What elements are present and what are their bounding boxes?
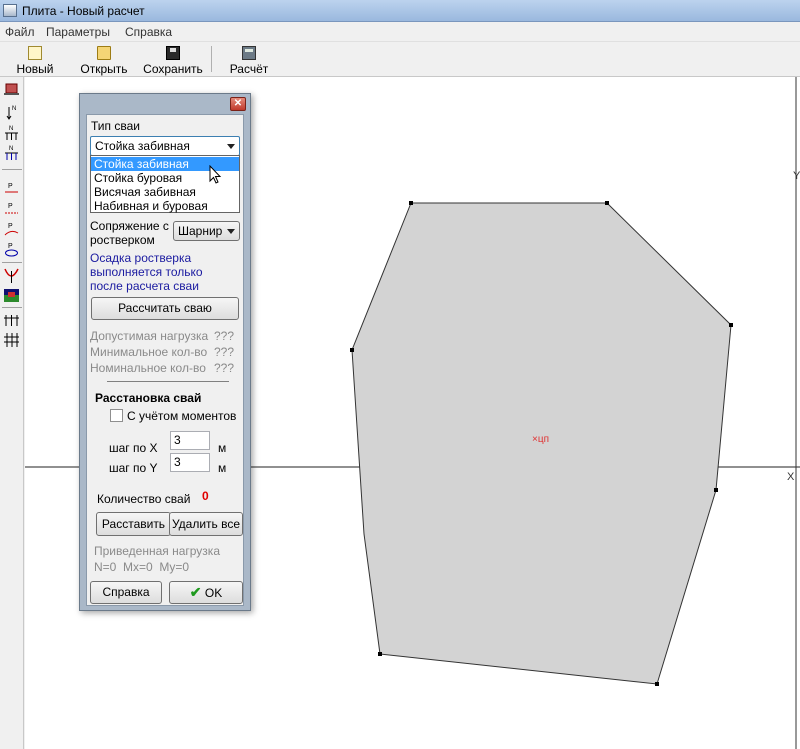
- step-y-input[interactable]: 3: [170, 453, 210, 472]
- piles-grid-icon[interactable]: [3, 332, 20, 349]
- window-title: Плита - Новый расчет: [22, 4, 145, 18]
- allowable-load-label: Допустимая нагрузка: [90, 329, 209, 343]
- ok-button-label: OK: [204, 586, 223, 600]
- calculate-button-label: Расчёт: [229, 62, 269, 76]
- nominal-count-value: ???: [214, 361, 235, 375]
- close-icon[interactable]: ✕: [230, 97, 246, 111]
- pile-count-value: 0: [202, 489, 209, 503]
- new-button[interactable]: Новый: [10, 44, 60, 76]
- connection-value: Шарнир: [178, 224, 223, 238]
- y-axis-label: Y: [793, 170, 800, 182]
- toolbar-separator: [211, 46, 212, 72]
- moments-checkbox[interactable]: [110, 409, 123, 422]
- step-x-label: шаг по X: [109, 441, 158, 455]
- vertex-handle[interactable]: [655, 682, 659, 686]
- svg-text:N: N: [12, 106, 16, 112]
- pile-dialog: ✕ Тип сваи Стойка забивная Стойка забивн…: [79, 93, 251, 611]
- open-button[interactable]: Открыть: [76, 44, 132, 76]
- new-button-label: Новый: [16, 62, 54, 76]
- step-x-input[interactable]: 3: [170, 431, 210, 450]
- reduced-load-values: N=0 Mx=0 My=0: [94, 560, 190, 574]
- svg-text:P: P: [8, 203, 13, 210]
- pile-p-ellipse-icon[interactable]: P: [3, 241, 20, 258]
- toolbar: Новый Открыть Сохранить Расчёт: [0, 42, 800, 77]
- vertex-handle[interactable]: [605, 201, 609, 205]
- svg-text:P: P: [8, 223, 13, 230]
- svg-text:N: N: [9, 146, 13, 152]
- menu-help[interactable]: Справка: [125, 25, 172, 39]
- color-map-icon[interactable]: [3, 287, 20, 304]
- pile-p-hatched-icon[interactable]: P: [3, 201, 20, 218]
- menu-file[interactable]: Файл: [5, 25, 35, 39]
- pile-count-label: Количество свай: [97, 492, 191, 506]
- moments-checkbox-label: С учётом моментов: [127, 409, 237, 423]
- vertex-handle[interactable]: [729, 323, 733, 327]
- pile-type-option[interactable]: Набивная и буровая: [91, 199, 239, 213]
- allowable-load-value: ???: [214, 329, 235, 343]
- vertex-handle[interactable]: [714, 488, 718, 492]
- x-axis-label: X: [787, 471, 795, 483]
- checkmark-icon: ✔: [189, 584, 202, 600]
- chevron-down-icon: [227, 229, 235, 234]
- min-count-label: Минимальное кол-во: [90, 345, 208, 359]
- calc-pile-button[interactable]: Рассчитать сваю: [91, 297, 239, 320]
- vertex-handle[interactable]: [378, 652, 382, 656]
- vertex-handle[interactable]: [409, 201, 413, 205]
- delete-all-button[interactable]: Удалить все: [169, 512, 243, 536]
- calculate-button[interactable]: Расчёт: [224, 44, 274, 76]
- svg-text:P: P: [8, 183, 13, 190]
- pile-type-option[interactable]: Висячая забивная: [91, 185, 239, 199]
- new-file-icon: [28, 46, 42, 60]
- pile-p-curve-icon[interactable]: P: [3, 221, 20, 238]
- menu-parameters[interactable]: Параметры: [46, 25, 110, 39]
- dialog-body: Тип сваи Стойка забивная Стойка забивная…: [86, 114, 244, 606]
- save-button-label: Сохранить: [143, 62, 203, 76]
- pile-n-icon[interactable]: N: [3, 104, 20, 121]
- divider: [107, 381, 229, 382]
- svg-text:P: P: [8, 243, 13, 250]
- center-of-pressure-label: ×цп: [532, 434, 549, 445]
- floppy-disk-icon: [166, 46, 180, 60]
- calculator-icon: [242, 46, 256, 60]
- moment-icon[interactable]: [3, 267, 20, 284]
- title-bar: Плита - Новый расчет: [0, 0, 800, 22]
- svg-text:N: N: [9, 126, 13, 132]
- step-x-unit: м: [218, 441, 227, 455]
- pile-type-label: Тип сваи: [91, 119, 140, 133]
- folder-open-icon: [97, 46, 111, 60]
- step-y-unit: м: [218, 461, 227, 475]
- app-icon: [3, 4, 17, 17]
- mouse-cursor-icon: [209, 165, 222, 184]
- pile-grid-icon[interactable]: N: [3, 144, 20, 161]
- place-piles-button[interactable]: Расставить: [96, 512, 171, 536]
- settlement-note-line2: выполняется только: [90, 265, 203, 279]
- tool-separator: [2, 262, 22, 263]
- tool-separator: [2, 169, 22, 170]
- settlement-note-line3: после расчета сваи: [90, 279, 199, 293]
- open-button-label: Открыть: [80, 62, 128, 76]
- pile-type-select[interactable]: Стойка забивная: [90, 136, 240, 156]
- connection-select[interactable]: Шарнир: [173, 221, 240, 241]
- menu-bar: Файл Параметры Справка: [0, 22, 800, 42]
- pile-type-selected-value: Стойка забивная: [95, 139, 190, 153]
- min-count-value: ???: [214, 345, 235, 359]
- placement-header: Расстановка свай: [95, 391, 202, 405]
- reduced-load-label: Приведенная нагрузка: [94, 544, 220, 558]
- nominal-count-label: Номинальное кол-во: [90, 361, 206, 375]
- pile-group-icon[interactable]: N: [3, 124, 20, 141]
- chevron-down-icon: [227, 144, 235, 149]
- building-icon[interactable]: [3, 80, 20, 97]
- piles-row-icon[interactable]: [3, 312, 20, 329]
- step-y-label: шаг по Y: [109, 461, 158, 475]
- settlement-note-line1: Осадка ростверка: [90, 251, 192, 265]
- vertex-handle[interactable]: [350, 348, 354, 352]
- help-button[interactable]: Справка: [90, 581, 162, 604]
- connection-label-line1: Сопряжение с: [90, 219, 169, 233]
- tool-separator: [2, 307, 22, 308]
- left-tool-strip: N N N P P P P: [0, 77, 24, 749]
- ok-button[interactable]: ✔ OK: [169, 581, 243, 604]
- connection-label-line2: ростверком: [90, 233, 155, 247]
- save-button[interactable]: Сохранить: [140, 44, 206, 76]
- pile-p-icon[interactable]: P: [3, 181, 20, 198]
